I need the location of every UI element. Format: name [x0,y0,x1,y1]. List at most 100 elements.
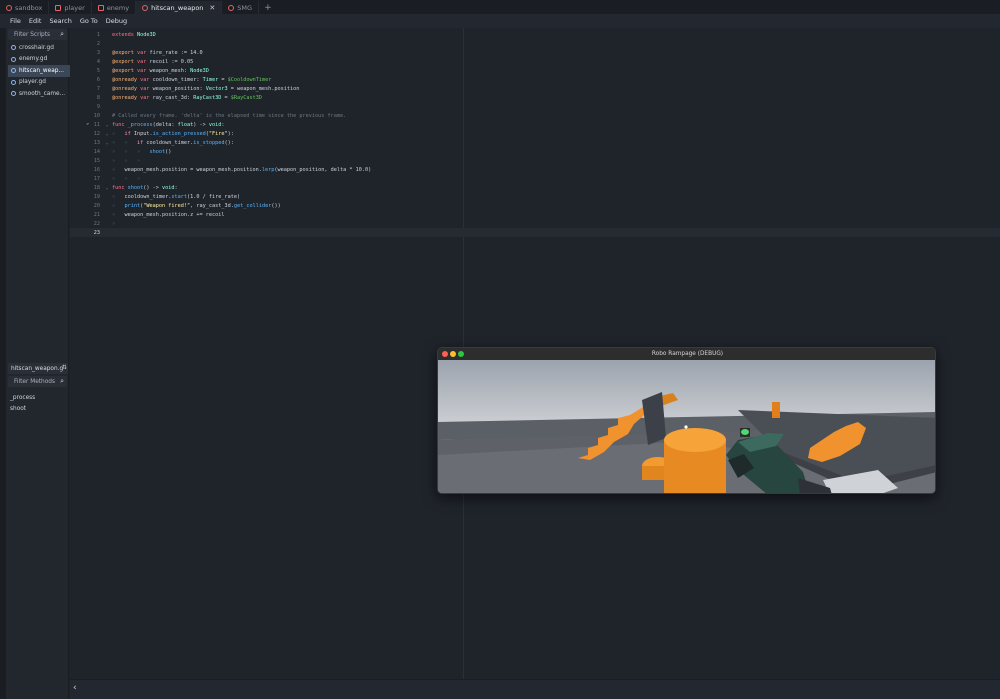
code-line[interactable]: 10 # Called every frame. 'delta' is the e… [70,111,1000,120]
fold-gutter[interactable]: ⌄ [102,122,112,128]
code-token: () [165,148,172,155]
code-token: (1.0 / fire_rate) [186,193,241,200]
menu-search[interactable]: Search [49,17,71,25]
script-item[interactable]: enemy.gd [8,54,70,66]
robot-icon [55,4,62,11]
code-text: # Called every frame. 'delta' is the ela… [112,113,346,119]
code-token: get_collider [233,202,272,209]
code-token: $RayCast3D [230,94,262,101]
script-item[interactable]: crosshair.gd [8,42,70,54]
game-viewport[interactable] [438,360,936,494]
add-tab-button[interactable]: + [259,1,277,14]
search-icon: ⌕ [60,377,64,385]
line-number: 18 [93,184,100,191]
tab-hitscan-weapon[interactable]: hitscan_weapon ✕ [136,1,223,14]
code-line[interactable]: 9 [70,102,1000,111]
code-token: recoil := 0.05 [149,58,194,65]
code-line[interactable]: 13 ⌄» » if cooldown_timer.is_stopped(): [70,138,1000,147]
code-line[interactable]: 18 ⌄ func shoot() -> void: [70,183,1000,192]
code-line[interactable]: 16 » weapon_mesh.position = weapon_mesh.p… [70,165,1000,174]
far-orange-block [772,402,780,418]
code-line[interactable]: 23 [70,228,1000,237]
code-line[interactable]: 12 ⌄» if Input.is_action_pressed("Fire"): [70,129,1000,138]
code-line[interactable]: 14 » » » shoot() [70,147,1000,156]
script-item[interactable]: smooth_came... [8,88,70,100]
code-token: void [208,121,222,128]
script-gear-icon [11,56,16,62]
line-number: 17 [93,175,100,182]
filter-methods-input[interactable]: Filter Methods ⌕ [8,376,67,387]
code-line[interactable]: 6 @onready var cooldown_timer: Timer = $C… [70,75,1000,84]
code-token: ): [227,130,234,137]
script-item[interactable]: player.gd [8,77,70,89]
code-token: if [137,139,147,146]
code-line[interactable]: 2 [70,39,1000,48]
fold-gutter[interactable]: ⌄ [102,185,112,191]
code-line[interactable]: ↗ 11 ⌄ func _process(delta: float) -> void: [70,120,1000,129]
tab-smg[interactable]: SMG [222,1,260,14]
code-line[interactable]: 19 » cooldown_timer.start(1.0 / fire_rate… [70,192,1000,201]
line-number: 4 [96,58,100,65]
code-token: RayCast3D [193,94,222,101]
code-token: var [137,49,150,56]
script-label: enemy.gd [19,56,48,63]
method-item[interactable]: _process [10,392,35,404]
code-token: cooldown_timer. [124,193,172,200]
tab-player[interactable]: player [49,1,92,14]
code-line[interactable]: 20 » print("Weapon fired!", ray_cast_3d.g… [70,201,1000,210]
code-token: @onready [112,94,141,101]
code-token: @export [112,67,137,74]
code-text: » cooldown_timer.start(1.0 / fire_rate) [112,194,240,200]
code-line[interactable]: 1 extends Node3D [70,30,1000,39]
filter-scripts-input[interactable]: Filter Scripts ⌕ [8,29,67,40]
code-line[interactable]: 7 @onready var weapon_position: Vector3 =… [70,84,1000,93]
code-token: weapon_mesh.position = weapon_mesh.posit… [124,166,262,173]
menu-debug[interactable]: Debug [106,17,127,25]
code-line[interactable]: 4 @export var recoil := 0.05 [70,57,1000,66]
close-tab-icon[interactable]: ✕ [209,4,215,12]
code-token: » [112,220,116,227]
script-item[interactable]: hitscan_weap... [8,65,70,77]
current-script-name: hitscan_weapon.g [11,365,64,372]
script-label: hitscan_weap... [19,67,64,74]
menu-go-to[interactable]: Go To [80,17,98,25]
code-token: lerp [261,166,275,173]
code-text: » [112,221,115,227]
fold-gutter[interactable]: ⌄ [102,131,112,137]
game-debug-window[interactable]: Robo Rampage (DEBUG) [437,347,936,494]
tab-enemy[interactable]: enemy [92,1,137,14]
code-token: var [137,67,150,74]
fold-gutter[interactable]: ⌄ [102,140,112,146]
current-script-header: hitscan_weapon.g ⇅ [8,363,68,374]
code-text: @export var weapon_mesh: Node3D [112,68,209,74]
line-number: 7 [96,85,100,92]
code-token: » [112,202,125,209]
game-window-title: Robo Rampage (DEBUG) [651,351,724,357]
code-line[interactable]: 22 » [70,219,1000,228]
code-token: : [174,184,178,191]
code-token: Vector3 [205,85,228,92]
code-line[interactable]: 8 @onready var ray_cast_3d: RayCast3D = $… [70,93,1000,102]
menu-edit[interactable]: Edit [29,17,42,25]
code-line[interactable]: 21 » weapon_mesh.position.z += recoil [70,210,1000,219]
override-method-icon[interactable]: ↗ [86,121,89,127]
script-label: player.gd [19,79,46,86]
sort-icon[interactable]: ⇅ [62,364,67,371]
code-text: @export var fire_rate := 14.0 [112,50,203,56]
toggle-scripts-panel-button[interactable]: ‹ [73,683,77,693]
code-line[interactable]: 5 @export var weapon_mesh: Node3D [70,66,1000,75]
line-number: 15 [93,157,100,164]
menu-file[interactable]: File [10,17,21,25]
line-number: 19 [93,193,100,200]
code-text: » » » [112,176,140,182]
code-line[interactable]: 15 » » » [70,156,1000,165]
line-number: 14 [93,148,100,155]
code-line[interactable]: 3 @export var fire_rate := 14.0 [70,48,1000,57]
method-item[interactable]: shoot [10,404,35,416]
code-line[interactable]: 17 » » » [70,174,1000,183]
tab-sandbox[interactable]: sandbox [0,1,50,14]
code-text: @onready var ray_cast_3d: RayCast3D = $R… [112,95,262,101]
code-token: if [124,130,134,137]
tab-label: sandbox [15,3,43,12]
line-number: 12 [93,130,100,137]
